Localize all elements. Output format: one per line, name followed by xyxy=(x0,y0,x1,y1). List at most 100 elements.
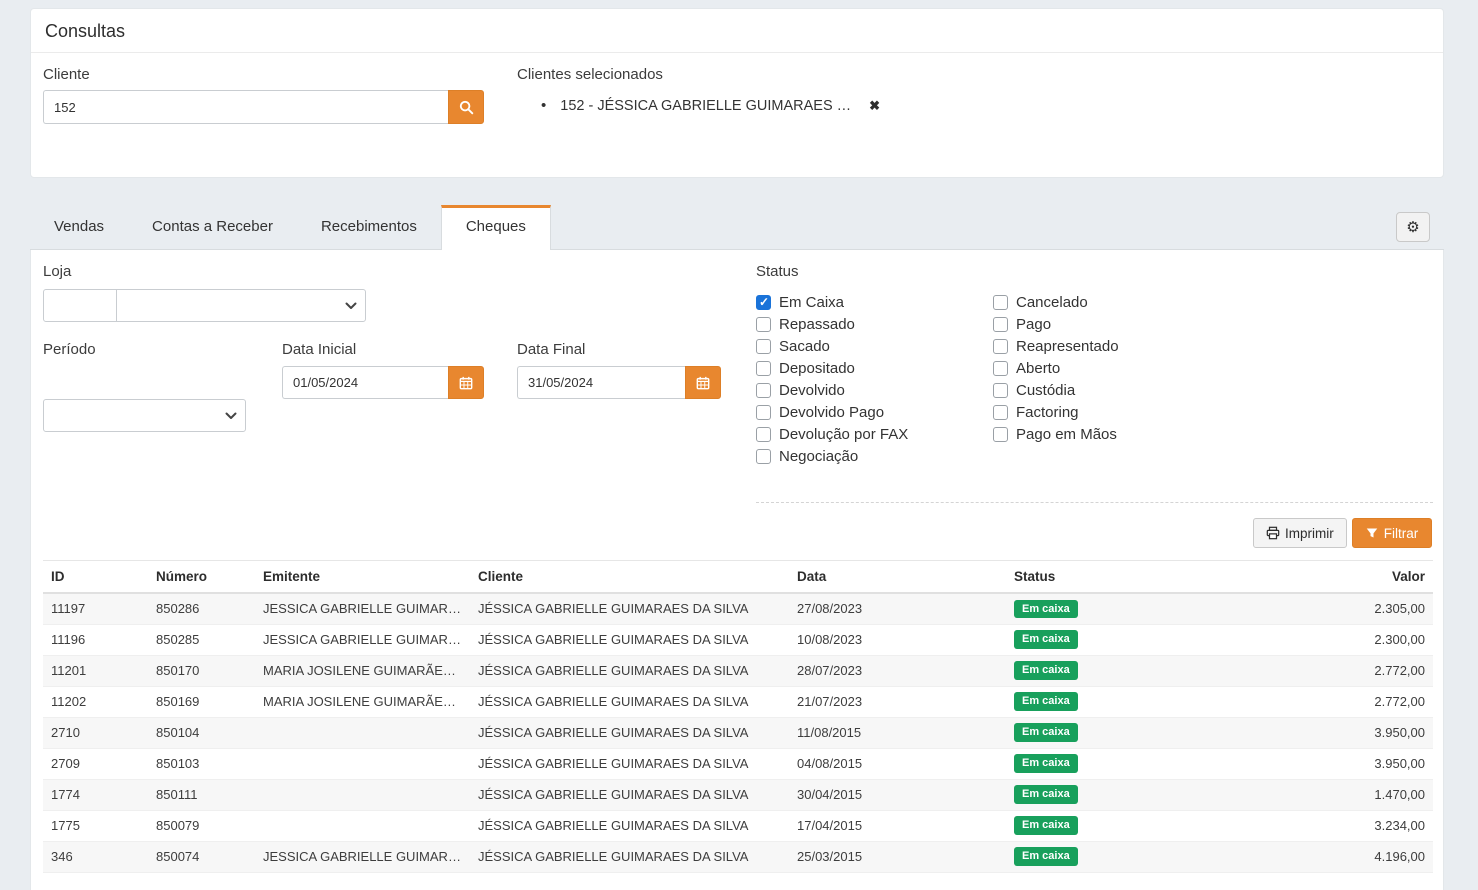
cell-data: 17/04/2015 xyxy=(789,810,1006,841)
loja-select[interactable] xyxy=(116,289,366,322)
column-header-emitente: Emitente xyxy=(255,561,470,594)
loja-label: Loja xyxy=(43,263,71,280)
status-option-factoring[interactable]: Factoring xyxy=(993,401,1119,423)
table-row[interactable]: 2709850103JÉSSICA GABRIELLE GUIMARAES DA… xyxy=(43,748,1433,779)
tab-vendas[interactable]: Vendas xyxy=(30,205,128,249)
cell-emitente xyxy=(255,779,470,810)
selected-client-item: • 152 - JÉSSICA GABRIELLE GUIMARAES … ✖ xyxy=(541,97,880,114)
table-row[interactable]: 1774850111JÉSSICA GABRIELLE GUIMARAES DA… xyxy=(43,779,1433,810)
table-row[interactable]: 11197850286JESSICA GABRIELLE GUIMARAES D… xyxy=(43,593,1433,624)
data-final-calendar-button[interactable] xyxy=(685,366,721,399)
checkbox-icon[interactable] xyxy=(756,449,771,464)
table-row[interactable]: 1775850079JÉSSICA GABRIELLE GUIMARAES DA… xyxy=(43,810,1433,841)
table-row[interactable]: 11201850170MARIA JOSILENE GUIMARÃES SILV… xyxy=(43,655,1433,686)
data-final-input[interactable] xyxy=(517,366,685,399)
status-badge: Em caixa xyxy=(1014,600,1078,618)
status-option-repassado[interactable]: Repassado xyxy=(756,313,908,335)
imprimir-button[interactable]: Imprimir xyxy=(1253,518,1347,548)
cell-emitente: MARIA JOSILENE GUIMARÃES SILVA xyxy=(255,686,470,717)
status-option-depositado[interactable]: Depositado xyxy=(756,357,908,379)
cell-numero: 850111 xyxy=(148,779,255,810)
data-inicial-input[interactable] xyxy=(282,366,448,399)
status-option-label: Em Caixa xyxy=(779,294,844,311)
column-header-status: Status xyxy=(1006,561,1201,594)
cell-data: 04/08/2015 xyxy=(789,748,1006,779)
tab-recebimentos[interactable]: Recebimentos xyxy=(297,205,441,249)
table-row[interactable]: 11202850169MARIA JOSILENE GUIMARÃES SILV… xyxy=(43,686,1433,717)
printer-icon xyxy=(1266,526,1280,540)
checkbox-icon[interactable] xyxy=(756,361,771,376)
table-header-row: IDNúmeroEmitenteClienteDataStatusValor xyxy=(43,561,1433,594)
tab-contas-a-receber[interactable]: Contas a Receber xyxy=(128,205,297,249)
status-option-label: Custódia xyxy=(1016,382,1075,399)
checkbox-icon[interactable] xyxy=(993,361,1008,376)
status-option-reapresentado[interactable]: Reapresentado xyxy=(993,335,1119,357)
checkbox-icon[interactable] xyxy=(756,427,771,442)
checkbox-icon[interactable] xyxy=(756,317,771,332)
filter-icon xyxy=(1366,527,1378,539)
status-option-aberto[interactable]: Aberto xyxy=(993,357,1119,379)
checkbox-icon[interactable] xyxy=(993,317,1008,332)
cell-id: 1774 xyxy=(43,779,148,810)
table-row[interactable]: 2710850104JÉSSICA GABRIELLE GUIMARAES DA… xyxy=(43,717,1433,748)
checkbox-icon[interactable] xyxy=(993,295,1008,310)
cell-data: 25/03/2015 xyxy=(789,841,1006,872)
cell-valor: 1.470,00 xyxy=(1201,779,1433,810)
cell-cliente: JÉSSICA GABRIELLE GUIMARAES DA SILVA xyxy=(470,810,789,841)
search-button[interactable] xyxy=(448,90,484,124)
loja-code-input[interactable] xyxy=(43,289,117,322)
cell-cliente: JÉSSICA GABRIELLE GUIMARAES DA SILVA xyxy=(470,593,789,624)
cell-status: Em caixa xyxy=(1006,841,1201,872)
table-row[interactable]: 11196850285JESSICA GABRIELLE GUIMARAES D… xyxy=(43,624,1433,655)
cell-emitente xyxy=(255,810,470,841)
cell-numero: 850169 xyxy=(148,686,255,717)
status-option-pago-em-maos[interactable]: Pago em Mãos xyxy=(993,423,1119,445)
status-option-label: Devolução por FAX xyxy=(779,426,908,443)
filtrar-button[interactable]: Filtrar xyxy=(1352,518,1433,548)
status-option-custodia[interactable]: Custódia xyxy=(993,379,1119,401)
periodo-label: Período xyxy=(43,341,96,358)
cell-emitente xyxy=(255,748,470,779)
checkbox-icon[interactable] xyxy=(993,339,1008,354)
checkbox-icon[interactable] xyxy=(993,383,1008,398)
checkbox-icon[interactable] xyxy=(993,427,1008,442)
status-badge: Em caixa xyxy=(1014,754,1078,772)
tab-cheques[interactable]: Cheques xyxy=(441,205,551,250)
status-option-negociacao[interactable]: Negociação xyxy=(756,445,908,467)
cell-valor: 2.772,00 xyxy=(1201,655,1433,686)
cliente-search-input[interactable] xyxy=(43,90,448,124)
cell-emitente: JESSICA GABRIELLE GUIMARAES D… xyxy=(255,593,470,624)
checkbox-checked-icon[interactable] xyxy=(756,295,771,310)
checkbox-icon[interactable] xyxy=(756,405,771,420)
cell-valor: 4.196,00 xyxy=(1201,841,1433,872)
magnifier-icon xyxy=(459,100,474,115)
status-option-devolvido-pago[interactable]: Devolvido Pago xyxy=(756,401,908,423)
status-option-pago[interactable]: Pago xyxy=(993,313,1119,335)
cell-valor: 3.234,00 xyxy=(1201,810,1433,841)
checkbox-icon[interactable] xyxy=(756,383,771,398)
cell-id: 1775 xyxy=(43,810,148,841)
table-row[interactable]: 346850074JESSICA GABRIELLE GUIMARAES SIL… xyxy=(43,841,1433,872)
status-label: Status xyxy=(756,263,799,280)
cell-status: Em caixa xyxy=(1006,686,1201,717)
status-option-sacado[interactable]: Sacado xyxy=(756,335,908,357)
status-option-devolucao-por-fax[interactable]: Devolução por FAX xyxy=(756,423,908,445)
periodo-select[interactable] xyxy=(43,399,246,432)
checkbox-icon[interactable] xyxy=(993,405,1008,420)
grid-settings-button[interactable]: ⚙ xyxy=(1396,212,1430,242)
data-inicial-calendar-button[interactable] xyxy=(448,366,484,399)
checkbox-icon[interactable] xyxy=(756,339,771,354)
status-option-label: Cancelado xyxy=(1016,294,1088,311)
status-option-label: Aberto xyxy=(1016,360,1060,377)
cell-numero: 850074 xyxy=(148,841,255,872)
status-option-em-caixa[interactable]: Em Caixa xyxy=(756,291,908,313)
cell-numero: 850103 xyxy=(148,748,255,779)
column-header-valor: Valor xyxy=(1201,561,1433,594)
status-option-cancelado[interactable]: Cancelado xyxy=(993,291,1119,313)
remove-client-icon[interactable]: ✖ xyxy=(869,98,880,114)
cell-id: 346 xyxy=(43,841,148,872)
status-badge: Em caixa xyxy=(1014,723,1078,741)
cell-data: 11/08/2015 xyxy=(789,717,1006,748)
cell-cliente: JÉSSICA GABRIELLE GUIMARAES DA SILVA xyxy=(470,655,789,686)
status-option-devolvido[interactable]: Devolvido xyxy=(756,379,908,401)
